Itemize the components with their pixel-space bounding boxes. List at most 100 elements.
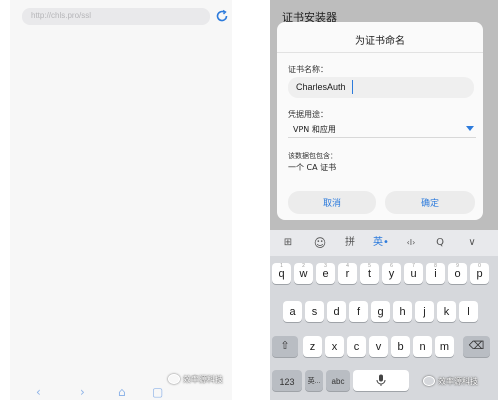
key-char: y — [388, 268, 395, 280]
mic-icon — [376, 374, 386, 386]
forward-icon[interactable]: › — [80, 384, 85, 400]
key-char: i — [434, 268, 437, 280]
abc-key-label: abc — [331, 377, 345, 386]
key-h[interactable]: h — [393, 301, 412, 322]
browser-bottom-toolbar: ‹ › ⌂ ▢ — [10, 384, 232, 400]
key-char: n — [419, 341, 426, 353]
key-j[interactable]: j — [415, 301, 434, 322]
key-char: j — [423, 306, 426, 318]
name-certificate-dialog: 为证书命名 证书名称： CharlesAuth 凭据用途： VPN 和应用 该数… — [277, 22, 483, 220]
collapse-keyboard-icon[interactable]: ∨ — [462, 235, 482, 251]
key-d[interactable]: d — [327, 301, 346, 322]
key-m[interactable]: m — [435, 336, 454, 357]
key-char: e — [322, 268, 329, 280]
key-y[interactable]: 6y — [382, 263, 401, 284]
key-g[interactable]: g — [371, 301, 390, 322]
key-char: p — [476, 268, 483, 280]
cursor-move-icon[interactable]: ‹I› — [400, 235, 422, 251]
dropdown-arrow-icon — [466, 126, 474, 131]
key-z[interactable]: z — [303, 336, 322, 357]
key-char: r — [345, 268, 350, 280]
package-contains-label: 该数据包包含： — [288, 152, 337, 160]
reload-icon[interactable] — [215, 9, 229, 23]
back-icon[interactable]: ‹ — [36, 384, 41, 400]
key-a[interactable]: a — [283, 301, 302, 322]
wechat-icon — [168, 374, 180, 384]
backspace-icon: ⌫ — [468, 340, 485, 352]
key-q[interactable]: 1q — [272, 263, 291, 284]
key-i[interactable]: 8i — [426, 263, 445, 284]
watermark-right: 效率源科技 — [423, 376, 478, 387]
key-char: o — [454, 268, 461, 280]
space-key[interactable] — [353, 370, 409, 391]
watermark-right-text: 效率源科技 — [438, 377, 478, 386]
numbers-key[interactable]: 123 — [272, 370, 302, 391]
key-char: c — [353, 341, 360, 353]
key-char: t — [367, 268, 372, 280]
key-t[interactable]: 5t — [360, 263, 379, 284]
key-v[interactable]: v — [369, 336, 388, 357]
credential-usage-value: VPN 和应用 — [293, 125, 336, 134]
key-char: a — [289, 306, 296, 318]
emoji-icon[interactable]: ☺ — [310, 235, 330, 251]
key-o[interactable]: 9o — [448, 263, 467, 284]
dialog-divider — [277, 52, 483, 53]
key-l[interactable]: l — [459, 301, 478, 322]
key-char: g — [377, 306, 384, 318]
key-char: b — [397, 341, 404, 353]
shift-key[interactable]: ⇧ — [272, 336, 298, 357]
key-char: h — [399, 306, 406, 318]
key-char: m — [439, 341, 450, 353]
key-char: z — [309, 341, 316, 353]
english-mode-toggle[interactable]: 英• — [369, 235, 393, 251]
key-c[interactable]: c — [347, 336, 366, 357]
key-char: v — [375, 341, 382, 353]
tabs-icon[interactable]: ▢ — [152, 384, 163, 400]
url-bar[interactable]: http://chls.pro/ssl — [22, 8, 210, 25]
ok-button[interactable]: 确定 — [385, 191, 475, 214]
key-r[interactable]: 4r — [338, 263, 357, 284]
screenshot-root: http://chls.pro/ssl ‹ › ⌂ ▢ 效率源科技 证书安装器 … — [0, 0, 498, 400]
certificate-name-label: 证书名称： — [288, 65, 328, 74]
key-s[interactable]: s — [305, 301, 324, 322]
soft-keyboard: ⊞ ☺ 拼 英• ‹I› Q ∨ 1q 2w 3e 4r 5t 6y 7u 8i… — [270, 230, 498, 400]
text-caret — [352, 80, 353, 94]
grid-icon[interactable]: ⊞ — [278, 235, 298, 251]
key-u[interactable]: 7u — [404, 263, 423, 284]
watermark-left: 效率源科技 — [168, 374, 223, 385]
wechat-icon — [423, 376, 435, 386]
package-contains-value: 一个 CA 证书 — [288, 163, 337, 172]
keyboard-toolbar: ⊞ ☺ 拼 英• ‹I› Q ∨ — [270, 230, 498, 256]
key-char: q — [278, 268, 285, 280]
key-e[interactable]: 3e — [316, 263, 335, 284]
certificate-name-value: CharlesAuth — [296, 82, 346, 92]
numbers-key-label: 123 — [279, 377, 295, 387]
key-k[interactable]: k — [437, 301, 456, 322]
right-phone-installer: 证书安装器 为证书命名 证书名称： CharlesAuth 凭据用途： VPN … — [270, 0, 498, 400]
key-char: k — [443, 306, 450, 318]
home-icon[interactable]: ⌂ — [118, 384, 126, 400]
backspace-key[interactable]: ⌫ — [463, 336, 490, 357]
key-n[interactable]: n — [413, 336, 432, 357]
credential-usage-select[interactable]: VPN 和应用 — [288, 120, 476, 138]
certificate-name-field[interactable]: CharlesAuth — [288, 77, 474, 98]
dialog-title: 为证书命名 — [355, 36, 405, 47]
key-w[interactable]: 2w — [294, 263, 313, 284]
key-x[interactable]: x — [325, 336, 344, 357]
cancel-button[interactable]: 取消 — [288, 191, 376, 214]
search-icon[interactable]: Q — [430, 235, 450, 251]
credential-usage-label: 凭据用途： — [288, 110, 328, 119]
language-key[interactable]: 英... — [305, 370, 323, 391]
pinyin-toggle[interactable]: 拼 — [340, 235, 360, 251]
key-char: x — [331, 341, 338, 353]
key-char: f — [356, 306, 361, 318]
key-char: l — [467, 306, 470, 318]
abc-key[interactable]: abc — [326, 370, 350, 391]
key-b[interactable]: b — [391, 336, 410, 357]
key-char: s — [311, 306, 318, 318]
key-char: u — [410, 268, 417, 280]
language-key-label: 英... — [307, 378, 321, 385]
key-p[interactable]: 0p — [470, 263, 489, 284]
url-text: http://chls.pro/ssl — [31, 11, 92, 20]
key-f[interactable]: f — [349, 301, 368, 322]
